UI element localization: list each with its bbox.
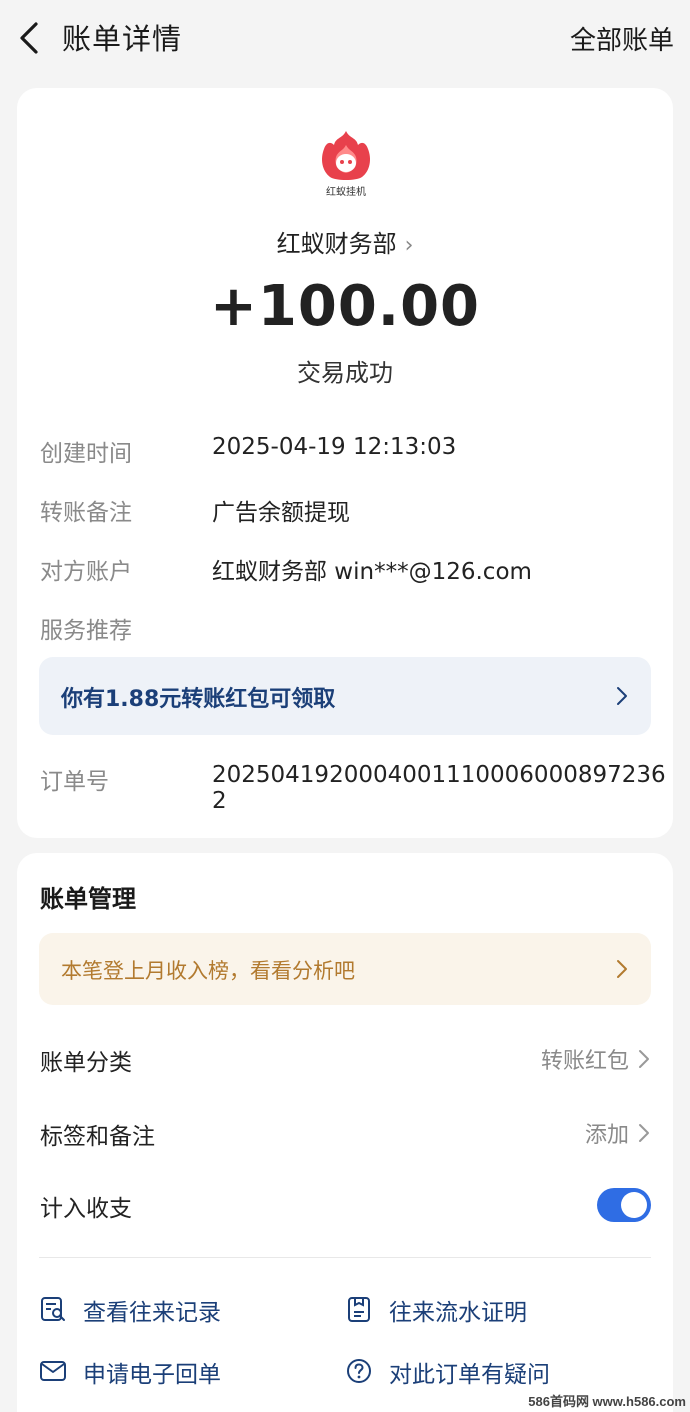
document-proof-icon — [348, 1297, 370, 1322]
order-number-value: 2025041920004001110006000897236​2 — [212, 762, 666, 814]
created-time-label: 创建时间 — [40, 441, 132, 467]
merchant-name-link[interactable]: 红蚁财务部 › — [17, 224, 673, 259]
include-in-stats-row: 计入收支 — [17, 1175, 673, 1235]
promo-text: 你有1.88元转账红包可领取 — [61, 687, 336, 712]
all-bills-link[interactable]: 全部账单 — [570, 20, 674, 57]
red-packet-promo-banner[interactable]: 你有1.88元转账红包可领取 — [39, 657, 651, 735]
transaction-amount: +100.00 — [209, 274, 481, 339]
merchant-name: 红蚁财务部 — [276, 230, 397, 258]
tags-notes-label: 标签和备注 — [40, 1124, 155, 1150]
counterparty-value: 红蚁财务部 win***@126.com — [212, 559, 532, 585]
chevron-right-icon — [639, 1050, 649, 1068]
page-title: 账单详情 — [62, 22, 183, 56]
chevron-right-icon — [639, 1124, 649, 1142]
chevron-right-icon — [617, 687, 627, 705]
chevron-right-icon — [617, 960, 627, 978]
income-ranking-tip[interactable]: 本笔登上月收入榜，看看分析吧 — [39, 933, 651, 1005]
merchant-logo: 红蚁挂机 — [322, 131, 370, 198]
tags-notes-value: 添加 — [584, 1123, 629, 1148]
logo-text: 红蚁挂机 — [326, 185, 366, 198]
toggle-knob — [621, 1192, 647, 1218]
order-number-label: 订单号 — [40, 769, 109, 795]
include-in-stats-toggle[interactable] — [597, 1188, 651, 1222]
chevron-right-icon: › — [404, 233, 414, 258]
divider — [39, 1257, 651, 1258]
e-receipt-label: 申请电子回单 — [83, 1362, 221, 1388]
bill-category-label: 账单分类 — [40, 1050, 132, 1076]
top-navigation-bar: 账单详情 全部账单 — [0, 0, 690, 76]
service-recommend-label: 服务推荐 — [40, 618, 132, 644]
view-records-button[interactable]: 查看往来记录 — [39, 1289, 299, 1329]
flow-proof-button[interactable]: 往来流水证明 — [345, 1289, 605, 1329]
order-question-label: 对此订单有疑问 — [389, 1362, 550, 1388]
mail-receipt-icon — [40, 1361, 66, 1381]
question-icon — [347, 1359, 371, 1383]
flow-proof-label: 往来流水证明 — [389, 1300, 527, 1326]
transaction-detail-card: 红蚁挂机 红蚁财务部 › +100.00 交易成功 创建时间 2025-04-19… — [17, 88, 673, 838]
record-search-icon — [41, 1297, 65, 1321]
transfer-note-value: 广告余额提现 — [212, 500, 350, 526]
view-records-label: 查看往来记录 — [83, 1300, 221, 1326]
tags-notes-row[interactable]: 标签和备注 添加 — [17, 1103, 673, 1163]
created-time-value: 2025-04-19 12:13:03 — [212, 434, 457, 460]
bill-category-row[interactable]: 账单分类 转账红包 — [17, 1029, 673, 1089]
section-title: 账单管理 — [40, 885, 136, 913]
site-watermark: 586首码网 www.h586.com — [528, 1394, 686, 1409]
order-question-button[interactable]: 对此订单有疑问 — [345, 1351, 625, 1391]
e-receipt-button[interactable]: 申请电子回单 — [39, 1351, 299, 1391]
bill-category-value: 转账红包 — [540, 1049, 629, 1074]
back-arrow-icon[interactable] — [14, 18, 44, 58]
tip-text: 本笔登上月收入榜，看看分析吧 — [61, 959, 355, 983]
counterparty-label: 对方账户 — [40, 559, 132, 585]
include-in-stats-label: 计入收支 — [40, 1196, 132, 1222]
bill-management-card: 账单管理 本笔登上月收入榜，看看分析吧 账单分类 转账红包 标签和备注 添加 计… — [17, 853, 673, 1412]
transfer-note-label: 转账备注 — [40, 500, 132, 526]
transaction-status: 交易成功 — [297, 359, 393, 387]
